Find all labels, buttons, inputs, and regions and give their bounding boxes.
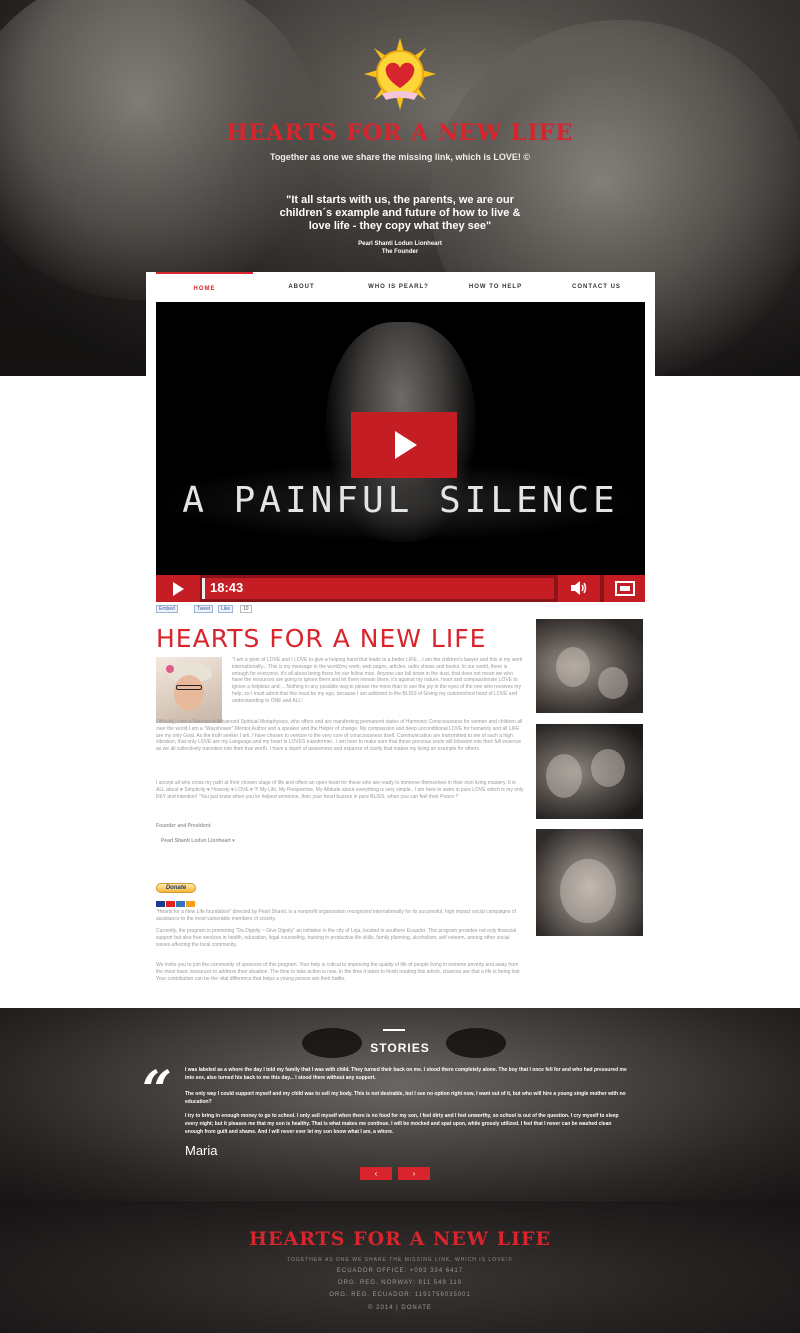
donate-button[interactable]: Donate bbox=[156, 883, 196, 893]
like-button[interactable]: Like bbox=[218, 605, 234, 613]
hero-logo-title[interactable]: HEARTS FOR A NEW LIFE bbox=[200, 120, 600, 146]
photo-young-child[interactable] bbox=[536, 829, 643, 936]
play-button[interactable] bbox=[156, 575, 200, 602]
embed-button[interactable]: Embed bbox=[156, 605, 178, 613]
play-icon bbox=[173, 582, 184, 596]
story-paragraph-2: The only way I could support myself and … bbox=[185, 1091, 626, 1105]
hero-quote-author: Pearl Shanti Lodun Lionheart The Founder bbox=[300, 240, 500, 256]
video-player[interactable]: A PAINFUL SILENCE 18:43 bbox=[156, 302, 645, 602]
nav-contact-us[interactable]: CONTACT US bbox=[548, 272, 645, 302]
author-role: The Founder bbox=[381, 249, 419, 255]
fullscreen-icon bbox=[615, 581, 635, 596]
about-paragraph-2: Currently, the program is promoting "Da … bbox=[156, 928, 517, 948]
timeline-cursor[interactable] bbox=[202, 578, 205, 599]
founder-name: Pearl Shanti Lodun Lionheart ♥ bbox=[161, 838, 236, 844]
story-paragraph-1: I was labeled as a whore the day I told … bbox=[185, 1067, 627, 1081]
video-title: A PAINFUL SILENCE bbox=[182, 480, 619, 521]
bio-paragraph-3: I accept all who cross my path at their … bbox=[156, 780, 524, 800]
founder-avatar bbox=[156, 657, 222, 723]
stories-divider bbox=[383, 1029, 405, 1031]
nav-who-is-pearl[interactable]: WHO IS PEARL? bbox=[350, 272, 447, 302]
footer-logo-title[interactable]: HEARTS FOR A NEW LIFE bbox=[200, 1228, 600, 1250]
hero-tagline: Together as one we share the missing lin… bbox=[269, 152, 531, 162]
video-timeline[interactable]: 18:43 bbox=[202, 578, 554, 599]
main-panel: HOME ABOUT WHO IS PEARL? HOW TO HELP CON… bbox=[146, 272, 655, 1008]
play-icon bbox=[395, 431, 417, 459]
fullscreen-button[interactable] bbox=[604, 575, 645, 602]
footer-reg-norway: ORG. REG. NORWAY: 911 549 119 bbox=[337, 1280, 463, 1286]
section-title: HEARTS FOR A NEW LIFE bbox=[156, 624, 487, 653]
main-nav: HOME ABOUT WHO IS PEARL? HOW TO HELP CON… bbox=[156, 272, 645, 302]
next-story-button[interactable]: › bbox=[398, 1167, 430, 1180]
play-button-large[interactable] bbox=[351, 412, 457, 478]
sun-heart-logo-icon[interactable] bbox=[364, 38, 436, 110]
footer-office: ECUADOR OFFICE: +093 334 6417 bbox=[336, 1268, 464, 1274]
stories-section: STORIES “ I was labeled as a whore the d… bbox=[0, 1008, 800, 1201]
bio-paragraph-1: "I am a giver of LOVE and I LOVE to give… bbox=[232, 657, 523, 704]
nav-about[interactable]: ABOUT bbox=[253, 272, 350, 302]
like-count: 10 bbox=[240, 605, 252, 613]
about-paragraph-1: "Hearts for a New Life foundation" direc… bbox=[156, 909, 516, 922]
story-paragraph-3: I try to bring in enough money to go to … bbox=[185, 1113, 619, 1135]
hero-quote: "It all starts with us, the parents, we … bbox=[279, 194, 521, 232]
video-duration: 18:43 bbox=[210, 580, 244, 595]
footer-copyright-donate[interactable]: © 2014 | DONATE bbox=[250, 1305, 550, 1311]
footer: HEARTS FOR A NEW LIFE TOGETHER AS ONE WE… bbox=[0, 1201, 800, 1333]
quote-mark-icon: “ bbox=[142, 1060, 172, 1121]
prev-story-button[interactable]: ‹ bbox=[360, 1167, 392, 1180]
bio-paragraph-2: Officially, I am a Teacher of Advanced S… bbox=[156, 719, 523, 753]
photo-child-with-baby[interactable] bbox=[536, 619, 643, 713]
founder-role: Founder and President bbox=[156, 823, 211, 829]
about-paragraph-3: We invite you to join the community of s… bbox=[156, 962, 521, 982]
footer-tagline: TOGETHER AS ONE WE SHARE THE MISSING LIN… bbox=[287, 1257, 513, 1263]
stories-heading: STORIES bbox=[370, 1041, 430, 1055]
nav-home[interactable]: HOME bbox=[156, 272, 253, 302]
nav-how-to-help[interactable]: HOW TO HELP bbox=[447, 272, 544, 302]
photo-girl-with-child[interactable] bbox=[536, 724, 643, 819]
volume-button[interactable] bbox=[558, 575, 600, 602]
speaker-icon bbox=[571, 581, 587, 595]
story-author: Maria bbox=[185, 1143, 218, 1158]
footer-reg-ecuador: ORG. REG. ECUADOR: 1191756035001 bbox=[329, 1292, 471, 1298]
video-controls: 18:43 bbox=[156, 575, 645, 602]
payment-cards-icon bbox=[156, 894, 196, 907]
tweet-button[interactable]: Tweet bbox=[194, 605, 214, 613]
author-name: Pearl Shanti Lodun Lionheart bbox=[358, 241, 442, 247]
